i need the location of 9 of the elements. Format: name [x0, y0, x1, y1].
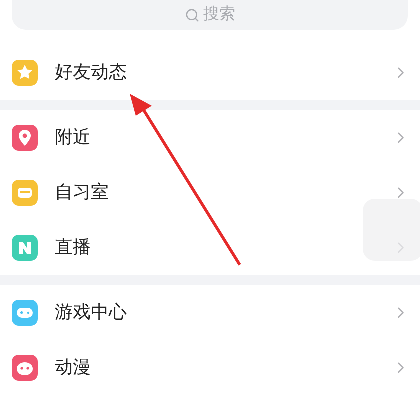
- menu-label: 游戏中心: [55, 301, 127, 324]
- menu-label: 好友动态: [55, 61, 127, 84]
- floating-menu[interactable]: [363, 199, 420, 261]
- menu-label: 动漫: [55, 356, 91, 379]
- search-placeholder: 搜索: [204, 4, 236, 25]
- menu-label: 自习室: [55, 181, 109, 204]
- menu-label: 直播: [55, 236, 91, 259]
- menu-label: 附近: [55, 126, 91, 149]
- search-icon: [184, 8, 200, 22]
